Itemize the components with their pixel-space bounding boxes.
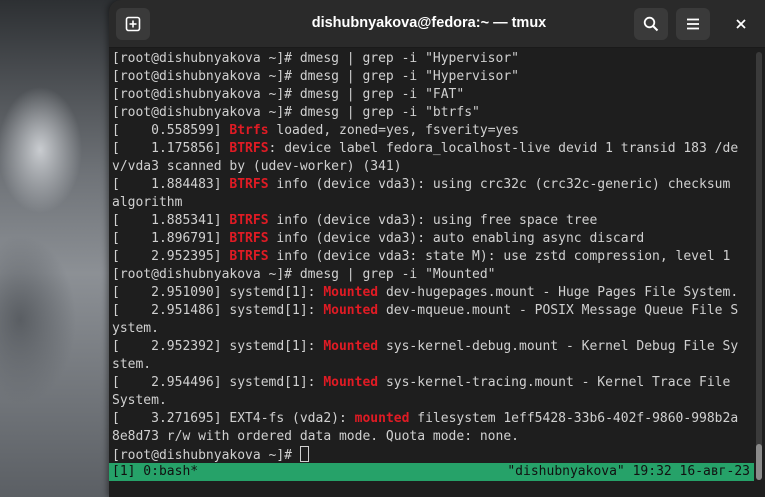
terminal-text: stem. [112, 357, 152, 372]
grep-match: Mounted [323, 285, 379, 300]
terminal-text: dev-mqueue.mount - POSIX Message Queue F… [378, 303, 739, 318]
hamburger-menu-icon [687, 18, 699, 30]
terminal-text: [ 1.896791] [112, 231, 230, 246]
terminal-line: ystem. [112, 320, 738, 338]
terminal-text: sys-kernel-debug.mount - Kernel Debug Fi… [378, 339, 739, 354]
terminal-text: [ 2.952392] systemd[1]: [112, 339, 324, 354]
terminal-line: [ 2.954496] systemd[1]: Mounted sys-kern… [112, 374, 738, 392]
search-icon [643, 16, 659, 32]
terminal-text: sys-kernel-tracing.mount - Kernel Trace … [378, 375, 731, 390]
terminal-text: info (device vda3): auto enabling async … [268, 231, 645, 246]
terminal-text: [ 1.175856] [112, 141, 230, 156]
text-cursor [299, 446, 309, 462]
terminal-line: [ 1.175856] BTRFS: device label fedora_l… [112, 140, 738, 158]
terminal-text: System. [112, 393, 167, 408]
grep-match: Mounted [323, 303, 379, 318]
terminal-text: [ 2.952395] [112, 249, 230, 264]
tmux-status-bar: [1] 0:bash* "dishubnyakova" 19:32 16-авг… [109, 463, 754, 481]
terminal-text: v/vda3 scanned by (udev-worker) (341) [112, 159, 402, 174]
terminal-text: filesystem 1eff5428-33b6-402f-9860-998b2… [409, 411, 739, 426]
terminal-text: [ 2.951486] systemd[1]: [112, 303, 324, 318]
terminal-line: v/vda3 scanned by (udev-worker) (341) [112, 158, 738, 176]
terminal-line: [ 1.896791] BTRFS info (device vda3): au… [112, 230, 738, 248]
grep-match: BTRFS [229, 141, 269, 156]
terminal-line: [root@dishubnyakova ~]# dmesg | grep -i … [112, 104, 738, 122]
terminal-text: [ 1.884483] [112, 177, 230, 192]
grep-match: BTRFS [229, 249, 269, 264]
grep-match: Mounted [323, 339, 379, 354]
terminal-window: dishubnyakova@fedora:~ — tmux [root@dish… [109, 0, 765, 497]
terminal-line: algorithm [112, 194, 738, 212]
terminal-line: [ 3.271695] EXT4-fs (vda2): mounted file… [112, 410, 738, 428]
terminal-text: algorithm [112, 195, 183, 210]
search-button[interactable] [634, 8, 668, 40]
terminal-text: info (device vda3): using free space tre… [268, 213, 598, 228]
terminal-text: 8e8d73 r/w with ordered data mode. Quota… [112, 429, 519, 444]
terminal-text: : device label fedora_localhost-live dev… [268, 141, 739, 156]
terminal-line: [root@dishubnyakova ~]# dmesg | grep -i … [112, 266, 738, 284]
grep-match: Mounted [323, 375, 379, 390]
tmux-status-right: "dishubnyakova" 19:32 16-авг-23 [507, 464, 750, 479]
terminal-bottom-padding [109, 481, 765, 497]
terminal-text: info (device vda3: state M): use zstd co… [268, 249, 731, 264]
terminal-text: [root@dishubnyakova ~]# dmesg | grep -i … [112, 69, 519, 84]
terminal-text: dev-hugepages.mount - Huge Pages File Sy… [378, 285, 739, 300]
terminal-line: 8e8d73 r/w with ordered data mode. Quota… [112, 428, 738, 446]
tmux-window-list[interactable]: [1] 0:bash* [112, 463, 198, 481]
grep-match: Btrfs [229, 123, 269, 138]
terminal-line: [ 2.951486] systemd[1]: Mounted dev-mque… [112, 302, 738, 320]
terminal-text: [ 2.951090] systemd[1]: [112, 285, 324, 300]
terminal-text: [root@dishubnyakova ~]# dmesg | grep -i … [112, 51, 519, 66]
title-bar[interactable]: dishubnyakova@fedora:~ — tmux [109, 0, 765, 48]
grep-match: BTRFS [229, 177, 269, 192]
scrollbar-thumb[interactable] [756, 444, 762, 480]
close-button[interactable] [724, 8, 758, 40]
terminal-lines: [root@dishubnyakova ~]# dmesg | grep -i … [112, 50, 738, 464]
terminal-line: System. [112, 392, 738, 410]
terminal-line: stem. [112, 356, 738, 374]
terminal-output[interactable]: [root@dishubnyakova ~]# dmesg | grep -i … [109, 48, 765, 484]
terminal-line: [ 2.951090] systemd[1]: Mounted dev-huge… [112, 284, 738, 302]
menu-button[interactable] [676, 8, 710, 40]
terminal-line: [ 0.558599] Btrfs loaded, zoned=yes, fsv… [112, 122, 738, 140]
terminal-text: ystem. [112, 321, 159, 336]
prompt-line[interactable]: [root@dishubnyakova ~]# [112, 446, 738, 464]
grep-match: BTRFS [229, 213, 269, 228]
shell-prompt: [root@dishubnyakova ~]# [112, 448, 300, 463]
terminal-line: [root@dishubnyakova ~]# dmesg | grep -i … [112, 86, 738, 104]
terminal-text: info (device vda3): using crc32c (crc32c… [268, 177, 731, 192]
terminal-text: [ 2.954496] systemd[1]: [112, 375, 324, 390]
terminal-line: [ 2.952395] BTRFS info (device vda3: sta… [112, 248, 738, 266]
terminal-line: [ 1.884483] BTRFS info (device vda3): us… [112, 176, 738, 194]
close-icon [736, 19, 746, 29]
terminal-line: [root@dishubnyakova ~]# dmesg | grep -i … [112, 50, 738, 68]
terminal-text: [ 3.271695] EXT4-fs (vda2): [112, 411, 355, 426]
new-tab-button[interactable] [116, 8, 150, 40]
terminal-text: [root@dishubnyakova ~]# dmesg | grep -i … [112, 105, 480, 120]
terminal-line: [root@dishubnyakova ~]# dmesg | grep -i … [112, 68, 738, 86]
terminal-text: [ 0.558599] [112, 123, 230, 138]
terminal-text: [ 1.885341] [112, 213, 230, 228]
terminal-text: [root@dishubnyakova ~]# dmesg | grep -i … [112, 267, 496, 282]
terminal-text: [root@dishubnyakova ~]# dmesg | grep -i … [112, 87, 465, 102]
new-tab-icon [125, 16, 141, 32]
terminal-line: [ 1.885341] BTRFS info (device vda3): us… [112, 212, 738, 230]
terminal-line: [ 2.952392] systemd[1]: Mounted sys-kern… [112, 338, 738, 356]
grep-match: BTRFS [229, 231, 269, 246]
terminal-text: loaded, zoned=yes, fsverity=yes [268, 123, 519, 138]
scrollbar[interactable] [756, 52, 762, 480]
grep-match: mounted [354, 411, 410, 426]
window-title: dishubnyakova@fedora:~ — tmux [311, 15, 547, 31]
